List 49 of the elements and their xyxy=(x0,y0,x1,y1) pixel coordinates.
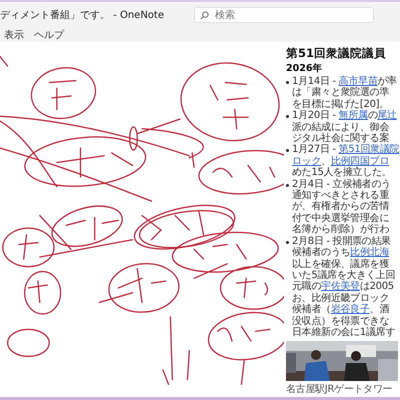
article-text: 2月4日 - 立候補者のう xyxy=(292,178,391,190)
article-text: は2005 xyxy=(360,281,394,292)
article-text: 没収点）を得票できな xyxy=(292,316,390,327)
article-text: の xyxy=(368,110,378,122)
article-text: 1月14日 - xyxy=(292,76,337,87)
search-icon xyxy=(200,10,209,20)
article-text: 付で中央選挙管理会に xyxy=(292,212,390,224)
article-text: ジタル社会に関する案 xyxy=(292,133,390,144)
search-field[interactable]: 検索 xyxy=(194,7,374,23)
article-text: は「粛々と衆院選の準 xyxy=(292,87,390,98)
article-text: が率 xyxy=(377,76,397,87)
article-text: 以上を確保、議席を獲 xyxy=(292,258,390,270)
menu-item[interactable]: 表示 xyxy=(4,28,24,42)
window-title: ディメント番組」です。 - OneNote xyxy=(0,8,164,22)
photo-caption: 名古屋駅JRゲートタワー xyxy=(286,382,394,396)
article-text: 1月27日 - xyxy=(292,144,337,156)
article-text: 日本維新の会に1議席す xyxy=(292,326,396,338)
bullet-icon xyxy=(286,240,289,244)
article-link[interactable]: 尾辻 xyxy=(377,110,397,122)
article-text: 2月8日 - 投開票の結果 xyxy=(292,236,391,247)
article-heading: 第51回衆議院議員 xyxy=(286,46,388,61)
year-heading: 2026年 xyxy=(286,62,324,75)
bullet-icon xyxy=(286,81,289,84)
article-text: 候補者（ xyxy=(292,304,331,316)
bullet-icon xyxy=(286,115,289,118)
article-link[interactable]: 比例四国ブロ xyxy=(330,156,390,167)
article-link[interactable]: ロック xyxy=(292,156,322,167)
article-link[interactable]: 第51回衆議院 xyxy=(338,144,400,156)
article-link[interactable]: 無所属 xyxy=(338,110,368,122)
menu-item[interactable]: ヘルプ xyxy=(34,28,64,42)
article-link[interactable]: 宇佐美登 xyxy=(321,281,360,292)
article-text: お、比例近畿ブロック xyxy=(292,292,390,304)
article-text: が、有権者からの苦情 xyxy=(292,201,390,212)
bullet-icon xyxy=(286,184,289,187)
article-text: 、 xyxy=(321,156,331,167)
article-text: 通知すべきとされる重 xyxy=(292,190,390,202)
article-text: めた15人を擁立した。 xyxy=(292,167,392,178)
article-text: を目標に掲げた[20]。 xyxy=(292,98,389,110)
article-link[interactable]: 高市早苗 xyxy=(338,76,378,87)
article-text: 候補者のうち xyxy=(292,247,350,258)
article-text: 名簿から削除）が行わ xyxy=(292,224,390,236)
bullet-icon xyxy=(286,149,289,152)
article-text: 元職の xyxy=(292,281,322,292)
article-text: 1月20日 - xyxy=(292,110,337,122)
article-link[interactable]: 比例北海 xyxy=(350,247,390,258)
article-text: 、酒 xyxy=(370,304,390,316)
article-text: いた5議席を大きく上回 xyxy=(292,270,396,281)
article-link[interactable]: 岩谷良子 xyxy=(330,304,370,316)
article-text: 派の結成により、御会 xyxy=(292,122,390,133)
